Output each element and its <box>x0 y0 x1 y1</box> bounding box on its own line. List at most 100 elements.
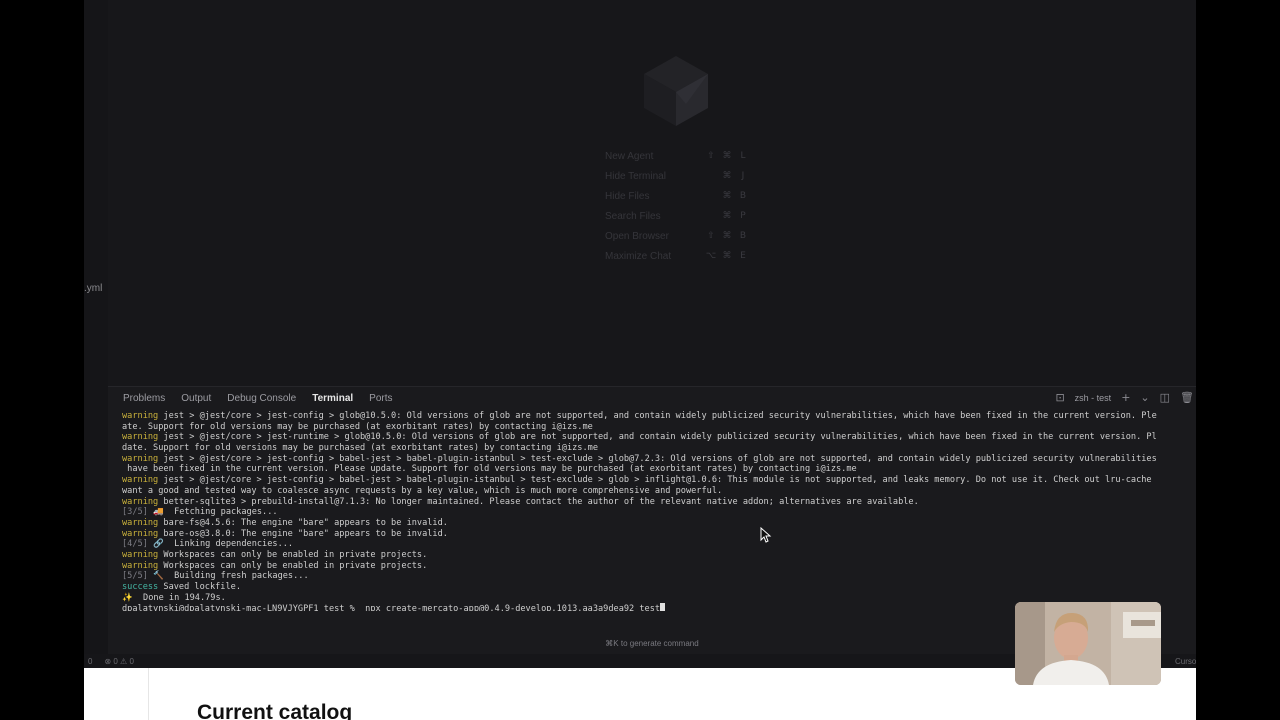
key-glyph: ⌘ <box>722 191 732 201</box>
terminal-text: better-sqlite3 > prebuild-install@7.1.3:… <box>158 496 919 507</box>
key-glyph: ⇧ <box>707 151 715 161</box>
person-image <box>1015 602 1161 685</box>
panel-actions: ⊡ zsh - test + ⌄ ◫ 🗑 <box>1055 391 1194 404</box>
key-glyph: ⌘ <box>722 171 732 181</box>
status-right[interactable]: Cursor T <box>1175 657 1196 666</box>
terminal-text: bare-os@3.8.0: The engine "bare" appears… <box>158 528 448 539</box>
key-glyph: ⇧ <box>707 231 715 241</box>
shortcut-row[interactable]: New Agent ⇧ ⌘ L <box>605 146 805 166</box>
panel-tabs: Problems Output Debug Console Terminal P… <box>108 387 1196 409</box>
terminal-line: warning better-sqlite3 > prebuild-instal… <box>122 497 1196 508</box>
terminal-line: have been fixed in the current version. … <box>122 464 1196 475</box>
status-left[interactable]: 0 <box>88 657 92 666</box>
key-glyph: B <box>739 231 747 241</box>
terminal-line: warning jest > @jest/core > jest-runtime… <box>122 432 1196 443</box>
shortcut-keys: ⌘ P <box>705 211 749 221</box>
terminal-line: warning jest > @jest/core > jest-config … <box>122 475 1196 486</box>
terminal-line: warning bare-os@3.8.0: The engine "bare"… <box>122 529 1196 540</box>
terminal-icon: ⊡ <box>1055 391 1065 404</box>
terminal-line: want a good and tested way to coalesce a… <box>122 486 1196 497</box>
terminal-line: success Saved lockfile. <box>122 582 1196 593</box>
terminal-keyword: warning <box>122 432 159 443</box>
key-glyph: J <box>741 171 745 181</box>
key-glyph: P <box>740 211 746 221</box>
terminal-text: 🚚 Fetching packages... <box>147 507 278 518</box>
terminal-text: jest > @jest/core > jest-config > glob@1… <box>158 411 1157 421</box>
terminal-text: jest > @jest/core > jest-config > babel-… <box>158 475 1152 486</box>
shortcut-list: New Agent ⇧ ⌘ L Hide Terminal ⌘ J Hide Files ⌘ B S… <box>605 146 805 266</box>
shortcut-row[interactable]: Open Browser ⇧ ⌘ B <box>605 226 805 246</box>
terminal-keyword: [3/5] <box>122 507 148 518</box>
terminal-keyword: warning <box>122 560 159 571</box>
shortcut-keys: ⌘ J <box>705 171 749 181</box>
terminal-line: warning jest > @jest/core > jest-config … <box>122 454 1196 465</box>
shortcut-row[interactable]: Hide Terminal ⌘ J <box>605 166 805 186</box>
tab-debug-console[interactable]: Debug Console <box>227 393 296 404</box>
shell-label[interactable]: zsh - test <box>1075 393 1112 403</box>
terminal-output[interactable]: warning jest > @jest/core > jest-config … <box>122 411 1196 611</box>
shortcut-label: New Agent <box>605 150 654 162</box>
terminal-keyword: warning <box>122 549 159 560</box>
terminal-keyword: warning <box>122 453 159 464</box>
terminal-keyword: warning <box>122 496 159 507</box>
chevron-down-icon[interactable]: ⌄ <box>1140 391 1149 404</box>
key-glyph: E <box>740 251 746 261</box>
mouse-pointer-icon <box>760 527 772 543</box>
shortcut-label: Hide Terminal <box>605 170 666 182</box>
file-name-fragment[interactable]: .yml <box>84 283 102 294</box>
tab-terminal[interactable]: Terminal <box>312 393 353 404</box>
terminal-line: [5/5] 🔨 Building fresh packages... <box>122 571 1196 582</box>
webcam-overlay <box>1015 602 1161 685</box>
terminal-line: ate. Support for old versions may be pur… <box>122 422 1196 433</box>
terminal-text: 🔨 Building fresh packages... <box>147 571 309 582</box>
terminal-text: have been fixed in the current version. … <box>122 464 857 475</box>
terminal-text: 🔗 Linking dependencies... <box>147 539 294 550</box>
key-glyph: ⌘ <box>722 251 732 261</box>
split-terminal-icon[interactable]: ◫ <box>1160 391 1170 404</box>
shortcut-row[interactable]: Hide Files ⌘ B <box>605 186 805 206</box>
shortcut-keys: ⌘ B <box>705 191 749 201</box>
terminal-line: warning Workspaces can only be enabled i… <box>122 550 1196 561</box>
tab-ports[interactable]: Ports <box>369 393 392 404</box>
problems-count[interactable]: ⊗ 0 ⚠ 0 <box>104 657 133 666</box>
terminal-keyword: success <box>122 582 159 592</box>
terminal-prompt[interactable]: dpalatynski@dpalatynski-mac-LN9VJYGPF1 t… <box>122 604 660 611</box>
terminal-text: Workspaces can only be enabled in privat… <box>158 560 428 571</box>
terminal-keyword: warning <box>122 411 159 421</box>
file-explorer-edge: .yml <box>84 0 108 668</box>
terminal-text: ate. Support for old versions may be pur… <box>122 421 593 432</box>
shortcut-label: Search Files <box>605 210 661 222</box>
terminal-text: want a good and tested way to coalesce a… <box>122 485 723 496</box>
key-glyph: B <box>739 191 747 201</box>
key-glyph: ⌘ <box>722 231 732 241</box>
shortcut-label: Hide Files <box>605 190 650 202</box>
editor-area: New Agent ⇧ ⌘ L Hide Terminal ⌘ J Hide Files ⌘ B S… <box>84 0 1196 380</box>
trash-icon[interactable]: 🗑 <box>1180 391 1194 404</box>
shortcut-row[interactable]: Search Files ⌘ P <box>605 206 805 226</box>
page-title: Current catalog <box>197 701 353 720</box>
terminal-keyword: [5/5] <box>122 571 148 582</box>
new-terminal-icon[interactable]: + <box>1121 391 1130 404</box>
terminal-keyword: [4/5] <box>122 539 148 550</box>
divider <box>148 668 149 720</box>
terminal-line: warning bare-fs@4.5.6: The engine "bare"… <box>122 518 1196 529</box>
terminal-text: bare-fs@4.5.6: The engine "bare" appears… <box>158 517 448 528</box>
tab-problems[interactable]: Problems <box>123 393 165 404</box>
terminal-text: jest > @jest/core > jest-config > babel-… <box>158 453 1157 464</box>
terminal-line: [4/5] 🔗 Linking dependencies... <box>122 539 1196 550</box>
key-glyph: L <box>740 151 746 161</box>
cursor-logo-icon <box>644 56 708 126</box>
terminal-text: Done in 194.79s. <box>132 592 226 603</box>
terminal-keyword: warning <box>122 475 159 486</box>
tab-output[interactable]: Output <box>181 393 211 404</box>
shortcut-label: Open Browser <box>605 230 669 242</box>
key-glyph: ⌘ <box>722 151 732 161</box>
terminal-line: date. Support for old versions may be pu… <box>122 443 1196 454</box>
shortcut-keys: ⌥ ⌘ E <box>705 251 749 261</box>
shortcut-row[interactable]: Maximize Chat ⌥ ⌘ E <box>605 246 805 266</box>
terminal-text: Workspaces can only be enabled in privat… <box>158 549 428 560</box>
key-glyph: ⌥ <box>705 251 717 261</box>
key-glyph: ⌘ <box>722 211 732 221</box>
terminal-line: warning Workspaces can only be enabled i… <box>122 561 1196 572</box>
terminal-keyword: warning <box>122 528 159 539</box>
